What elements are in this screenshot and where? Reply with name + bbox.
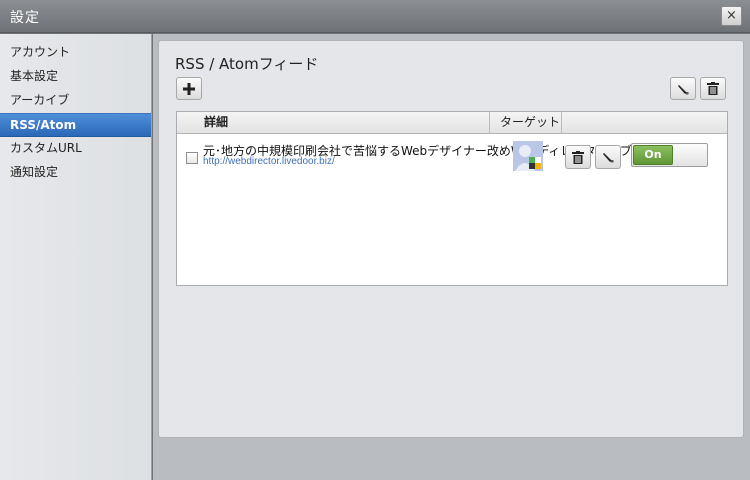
toggle-on-label: On bbox=[633, 145, 673, 165]
feed-table: 詳細 ターゲット 元･地方の中規模印刷会社で苦悩するWebデザイナー改めWebデ… bbox=[176, 111, 728, 286]
edit-feeds-button[interactable] bbox=[670, 77, 696, 100]
feed-url-link[interactable]: http://webdirector.livedoor.biz/ bbox=[203, 156, 335, 167]
table-row: 元･地方の中規模印刷会社で苦悩するWebデザイナー改めWebディレクターのブロ … bbox=[177, 134, 727, 174]
target-account-icon bbox=[513, 141, 543, 171]
feed-status-toggle[interactable]: On bbox=[631, 143, 708, 167]
row-edit-button[interactable] bbox=[595, 145, 621, 169]
sidebar: アカウント 基本設定 アーカイブ RSS/Atom カスタムURL 通知設定 bbox=[0, 34, 152, 480]
column-header-detail: 詳細 bbox=[204, 115, 229, 129]
sidebar-item-archive[interactable]: アーカイブ bbox=[0, 89, 151, 113]
pencil-icon bbox=[603, 153, 614, 163]
sidebar-item-notifications[interactable]: 通知設定 bbox=[0, 161, 151, 185]
row-checkbox[interactable] bbox=[186, 152, 198, 164]
table-header: 詳細 ターゲット bbox=[177, 112, 727, 134]
sidebar-item-basic-settings[interactable]: 基本設定 bbox=[0, 65, 151, 89]
sidebar-item-account[interactable]: アカウント bbox=[0, 41, 151, 65]
delete-feeds-button[interactable] bbox=[700, 77, 726, 100]
rss-panel: RSS / Atomフィード 詳細 ターゲット 元･地方の中規模印刷会社で苦悩す… bbox=[158, 40, 744, 438]
pencil-icon bbox=[678, 84, 689, 94]
column-header-target: ターゲット bbox=[489, 112, 562, 133]
target-avatar bbox=[513, 141, 543, 171]
title-bar: 設定 × bbox=[0, 0, 750, 33]
trash-icon bbox=[572, 150, 584, 164]
trash-icon bbox=[707, 82, 719, 95]
panel-title: RSS / Atomフィード bbox=[175, 55, 319, 73]
close-button[interactable]: × bbox=[721, 6, 742, 26]
add-feed-button[interactable] bbox=[176, 77, 202, 100]
sidebar-item-custom-url[interactable]: カスタムURL bbox=[0, 137, 151, 161]
plus-icon bbox=[183, 82, 195, 95]
close-icon: × bbox=[726, 8, 737, 23]
window-title: 設定 bbox=[10, 10, 40, 26]
row-delete-button[interactable] bbox=[565, 145, 591, 169]
sidebar-item-rss-atom[interactable]: RSS/Atom bbox=[0, 113, 151, 137]
